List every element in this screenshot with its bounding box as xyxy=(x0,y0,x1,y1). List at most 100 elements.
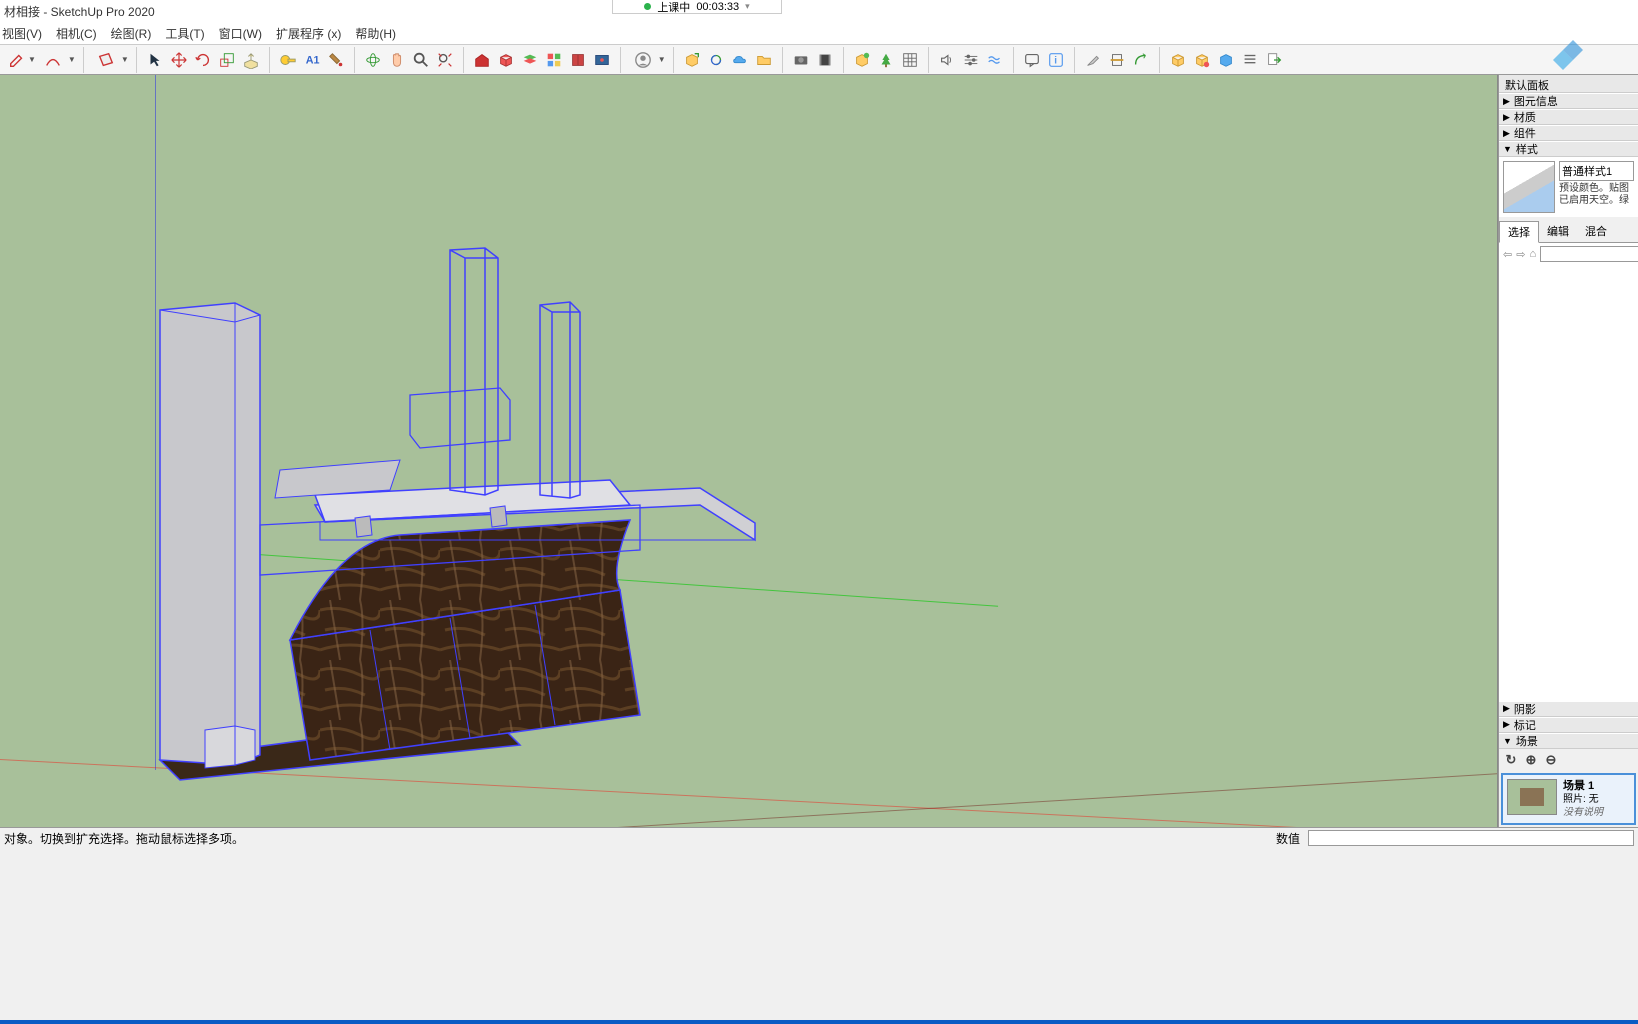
menu-view[interactable]: 视图(V) xyxy=(2,25,42,42)
style-tabs: 选择 编辑 混合 xyxy=(1499,217,1638,243)
move-icon[interactable] xyxy=(168,49,190,71)
scene-item[interactable]: 场景 1 照片: 无 没有说明 xyxy=(1501,773,1636,825)
watermark-icon xyxy=(1538,40,1588,80)
menu-help[interactable]: 帮助(H) xyxy=(355,25,396,42)
curve-icon[interactable] xyxy=(1130,49,1152,71)
window-title: 材相接 - SketchUp Pro 2020 xyxy=(4,3,155,20)
nav-back-icon[interactable]: ⇦ xyxy=(1503,247,1512,261)
style-tab-mix[interactable]: 混合 xyxy=(1577,221,1615,242)
menu-window[interactable]: 窗口(W) xyxy=(219,25,262,42)
tray-section-shadow[interactable]: ▶阴影 xyxy=(1499,701,1638,717)
model-3d[interactable] xyxy=(140,240,760,785)
scene-toolbar: ↻ ⊕ ⊖ xyxy=(1499,749,1638,771)
select-icon[interactable] xyxy=(144,49,166,71)
info-icon[interactable]: i xyxy=(1045,49,1067,71)
svg-text:A1: A1 xyxy=(305,54,319,66)
warehouse-icon[interactable] xyxy=(471,49,493,71)
rotate-icon[interactable] xyxy=(192,49,214,71)
record-dot-icon xyxy=(644,3,651,10)
status-value-label: 数值 xyxy=(1268,830,1308,847)
waves-icon[interactable] xyxy=(984,49,1006,71)
menu-camera[interactable]: 相机(C) xyxy=(56,25,97,42)
menu-tools[interactable]: 工具(T) xyxy=(165,25,204,42)
cube2-icon[interactable] xyxy=(1191,49,1213,71)
chevron-down-icon[interactable]: ▾ xyxy=(745,1,750,12)
style-navigation: ⇦ ⇨ ⌂ xyxy=(1499,243,1638,265)
style-path-input[interactable] xyxy=(1540,246,1638,262)
sound-icon[interactable] xyxy=(936,49,958,71)
taskbar xyxy=(0,1020,1638,1024)
toolbar: ▼ ▼ ▼ A1 ▼ xyxy=(0,44,1638,75)
pan-icon[interactable] xyxy=(386,49,408,71)
cloud-icon[interactable] xyxy=(729,49,751,71)
cube1-icon[interactable] xyxy=(1167,49,1189,71)
tape-icon[interactable] xyxy=(277,49,299,71)
title-bar: 材相接 - SketchUp Pro 2020 xyxy=(0,0,1638,22)
overlay-label: 上课中 xyxy=(657,0,690,15)
scene-refresh-icon[interactable]: ↻ xyxy=(1503,752,1519,768)
default-tray: 默认面板 ▶图元信息 ▶材质 ▶组件 ▼样式 普通样式1 预设颜色。贴图已启用天… xyxy=(1498,75,1638,827)
cube3-icon[interactable] xyxy=(1215,49,1237,71)
style-tab-select[interactable]: 选择 xyxy=(1499,221,1539,243)
chat-icon[interactable] xyxy=(1021,49,1043,71)
zoom-icon[interactable] xyxy=(410,49,432,71)
styles-icon[interactable] xyxy=(543,49,565,71)
tray-section-materials[interactable]: ▶材质 xyxy=(1499,109,1638,125)
list-icon[interactable] xyxy=(1239,49,1261,71)
scene-note: 没有说明 xyxy=(1563,806,1603,819)
new-box-icon[interactable] xyxy=(851,49,873,71)
box-arrow-icon[interactable] xyxy=(681,49,703,71)
folder-icon[interactable] xyxy=(753,49,775,71)
components-icon[interactable] xyxy=(495,49,517,71)
menu-extensions[interactable]: 扩展程序 (x) xyxy=(276,25,341,42)
svg-text:i: i xyxy=(1054,55,1057,66)
film-icon[interactable] xyxy=(814,49,836,71)
scale-icon[interactable] xyxy=(216,49,238,71)
style-description: 预设颜色。贴图已启用天空。绿 xyxy=(1559,183,1634,207)
tray-section-entity[interactable]: ▶图元信息 xyxy=(1499,93,1638,109)
orbit-icon[interactable] xyxy=(362,49,384,71)
zoom-extents-icon[interactable] xyxy=(434,49,456,71)
user-dropdown-icon[interactable] xyxy=(628,49,658,71)
arc-dropdown-icon[interactable] xyxy=(38,49,68,71)
measurement-input[interactable] xyxy=(1308,830,1634,846)
tray-section-styles[interactable]: ▼样式 xyxy=(1499,141,1638,157)
scene-name: 场景 1 xyxy=(1563,779,1603,793)
book-icon[interactable] xyxy=(567,49,589,71)
scene-add-icon[interactable]: ⊕ xyxy=(1523,752,1539,768)
tray-section-scenes[interactable]: ▼场景 xyxy=(1499,733,1638,749)
nav-forward-icon[interactable]: ⇨ xyxy=(1516,247,1525,261)
pencil-dropdown-icon[interactable] xyxy=(6,49,28,71)
menu-draw[interactable]: 绘图(R) xyxy=(111,25,152,42)
status-bar: 对象。切换到扩充选择。拖动鼠标选择多项。 数值 xyxy=(0,827,1638,848)
style-preview: 普通样式1 预设颜色。贴图已启用天空。绿 xyxy=(1499,157,1638,217)
nav-home-icon[interactable]: ⌂ xyxy=(1529,247,1536,261)
recording-overlay[interactable]: 上课中 00:03:33 ▾ xyxy=(612,0,782,14)
style-list-area[interactable] xyxy=(1499,265,1638,701)
viewport[interactable]: ➤ xyxy=(0,75,1498,827)
rectangle-dropdown-icon[interactable] xyxy=(91,49,121,71)
layers-icon[interactable] xyxy=(519,49,541,71)
paint-icon[interactable] xyxy=(325,49,347,71)
section-icon[interactable] xyxy=(1106,49,1128,71)
scene-remove-icon[interactable]: ⊖ xyxy=(1543,752,1559,768)
sliders-icon[interactable] xyxy=(960,49,982,71)
status-hint: 对象。切换到扩充选择。拖动鼠标选择多项。 xyxy=(0,830,1268,847)
menu-bar: 视图(V) 相机(C) 绘图(R) 工具(T) 窗口(W) 扩展程序 (x) 帮… xyxy=(0,22,1638,44)
tray-section-tags[interactable]: ▶标记 xyxy=(1499,717,1638,733)
instructor-icon[interactable] xyxy=(591,49,613,71)
export-icon[interactable] xyxy=(1263,49,1285,71)
text-icon[interactable]: A1 xyxy=(301,49,323,71)
overlay-time: 00:03:33 xyxy=(696,1,739,13)
camera-icon[interactable] xyxy=(790,49,812,71)
pushpull-icon[interactable] xyxy=(240,49,262,71)
knife-icon[interactable] xyxy=(1082,49,1104,71)
scene-thumbnail xyxy=(1507,779,1557,815)
grid-icon[interactable] xyxy=(899,49,921,71)
tree-icon[interactable] xyxy=(875,49,897,71)
style-tab-edit[interactable]: 编辑 xyxy=(1539,221,1577,242)
tray-section-components[interactable]: ▶组件 xyxy=(1499,125,1638,141)
style-name-input[interactable]: 普通样式1 xyxy=(1559,161,1634,181)
style-thumbnail[interactable] xyxy=(1503,161,1555,213)
refresh-icon[interactable] xyxy=(705,49,727,71)
